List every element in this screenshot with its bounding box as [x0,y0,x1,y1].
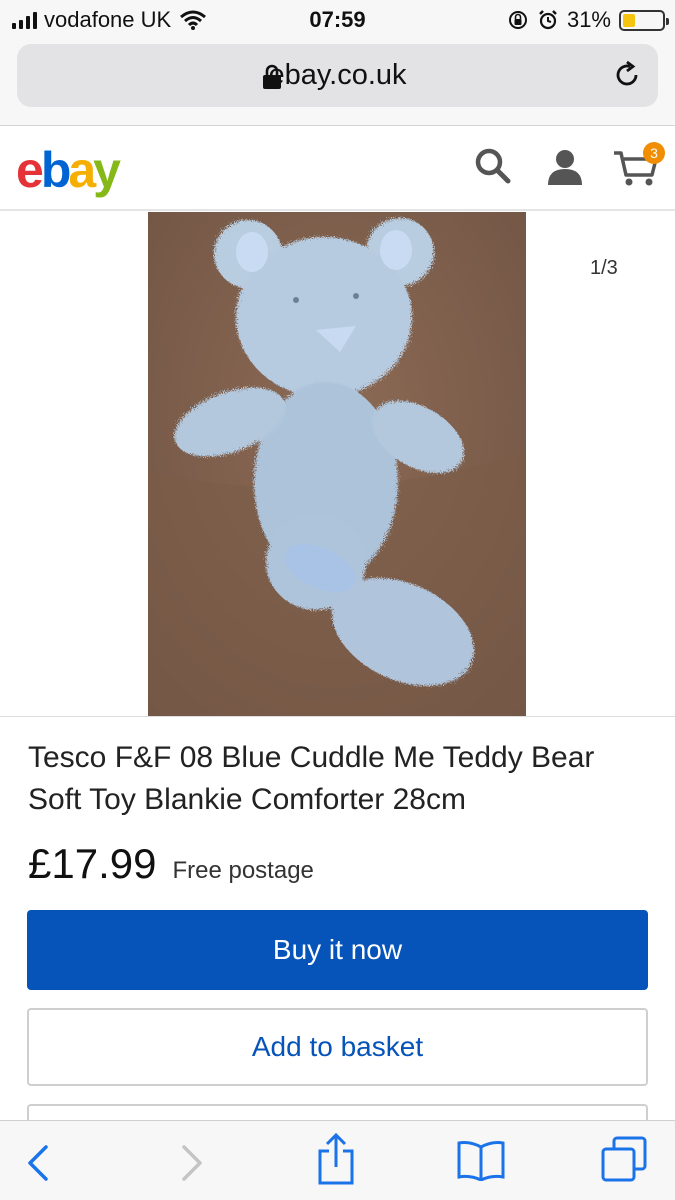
ebay-logo[interactable]: ebay [16,141,121,199]
browser-toolbar [0,1120,675,1200]
logo-letter-a: a [68,142,96,198]
add-to-basket-button[interactable]: Add to basket [27,1008,648,1086]
status-right: 31% [507,7,669,33]
search-icon[interactable] [474,147,512,185]
logo-letter-e: e [16,142,44,198]
battery-fill [623,13,635,27]
product-price: £17.99 [28,840,157,887]
logo-letter-y: y [93,142,121,198]
bookmarks-icon[interactable] [456,1139,506,1181]
browser-address-area: ebay.co.uk [0,40,675,126]
share-icon[interactable] [316,1133,356,1185]
reload-icon[interactable] [612,60,642,90]
buy-it-now-button[interactable]: Buy it now [27,910,648,990]
url-text: ebay.co.uk [268,59,407,91]
teddy-bear-image [148,212,526,716]
status-bar: vodafone UK 07:59 31% [0,0,675,40]
price-row: £17.99 Free postage [28,840,314,888]
forward-icon[interactable] [178,1143,206,1183]
alarm-icon [539,10,557,30]
site-header: ebay [0,127,675,211]
battery-icon [619,9,669,31]
product-image[interactable] [148,212,526,716]
battery-percent: 31% [566,7,611,32]
image-counter: 1/3 [590,257,618,279]
rotation-lock-icon [508,11,527,29]
product-gallery[interactable]: 1/3 [0,212,675,717]
postage-info: Free postage [172,857,314,884]
cart-count-badge: 3 [643,142,665,164]
tabs-icon[interactable] [600,1135,648,1183]
address-bar[interactable]: ebay.co.uk [17,44,658,107]
logo-letter-b: b [40,142,71,198]
back-icon[interactable] [24,1143,52,1183]
product-title: Tesco F&F 08 Blue Cuddle Me Teddy Bear S… [28,741,595,816]
user-icon[interactable] [546,147,584,187]
